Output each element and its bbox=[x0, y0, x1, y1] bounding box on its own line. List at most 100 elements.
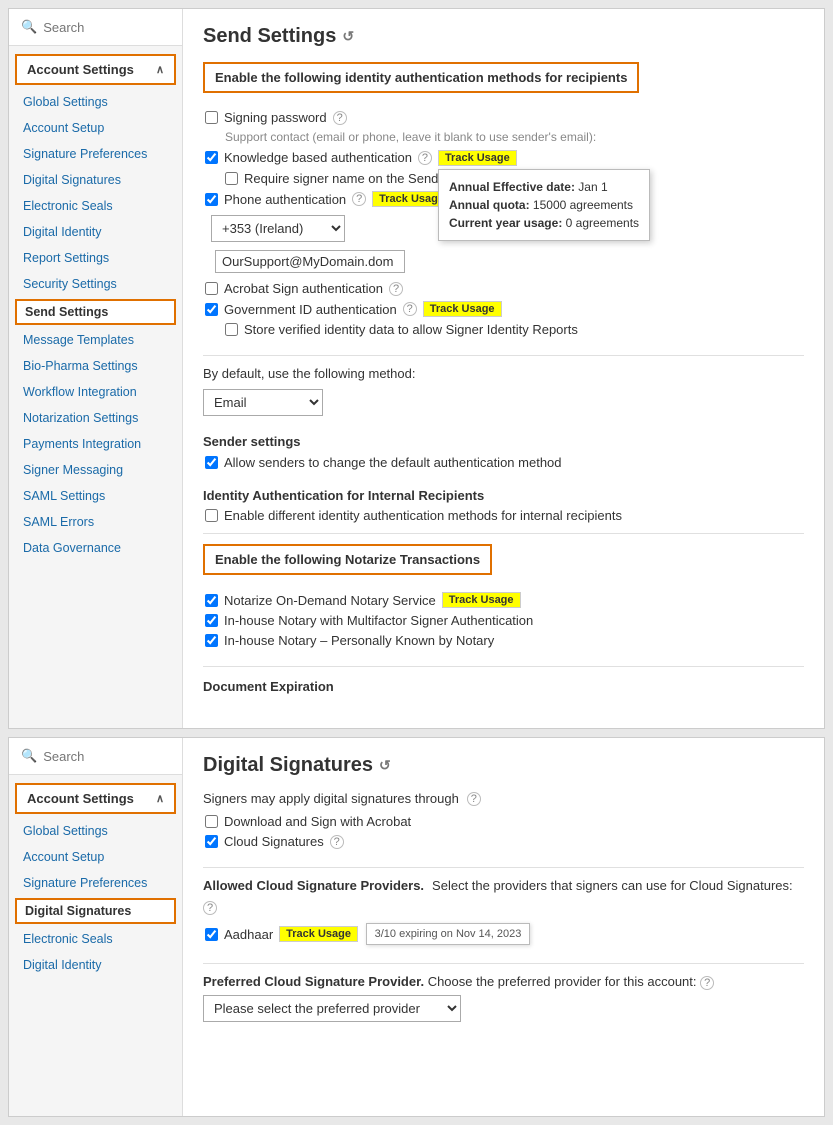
signers-apply-help-icon[interactable]: ? bbox=[467, 792, 481, 806]
sidebar-item-security-settings[interactable]: Security Settings bbox=[9, 271, 182, 297]
preferred-provider-select[interactable]: Please select the preferred provider bbox=[203, 995, 461, 1022]
account-settings-label: Account Settings bbox=[27, 62, 134, 77]
store-verified-checkbox[interactable] bbox=[225, 323, 238, 336]
signers-apply-section: Signers may apply digital signatures thr… bbox=[203, 791, 804, 849]
aadhaar-expiry-badge: 3/10 expiring on Nov 14, 2023 bbox=[366, 923, 531, 945]
cloud-signatures-label: Cloud Signatures bbox=[224, 834, 324, 849]
default-method-select[interactable]: Email Phone KBA bbox=[203, 389, 323, 416]
internal-auth-enable-checkbox[interactable] bbox=[205, 509, 218, 522]
phone-auth-help-icon[interactable]: ? bbox=[352, 192, 366, 206]
account-settings-section: Account Settings ∧ Global Settings Accou… bbox=[9, 46, 182, 565]
digital-sig-sidebar-item-digital-sigs[interactable]: Digital Signatures bbox=[15, 898, 176, 924]
digital-sig-caret-icon: ∧ bbox=[156, 792, 164, 805]
digital-sig-sidebar-section: Account Settings ∧ Global Settings Accou… bbox=[9, 775, 182, 982]
sidebar-item-signature-preferences[interactable]: Signature Preferences bbox=[9, 141, 182, 167]
signing-password-row: Signing password ? bbox=[205, 110, 804, 125]
refresh-icon[interactable]: ↺ bbox=[342, 28, 354, 45]
sidebar-item-saml-settings[interactable]: SAML Settings bbox=[9, 483, 182, 509]
sidebar-item-notarization-settings[interactable]: Notarization Settings bbox=[9, 405, 182, 431]
kba-checkbox[interactable] bbox=[205, 151, 218, 164]
allow-change-method-label: Allow senders to change the default auth… bbox=[224, 455, 562, 470]
digital-signatures-panel: 🔍 Account Settings ∧ Global Settings Acc… bbox=[8, 737, 825, 1117]
sidebar-item-digital-signatures[interactable]: Digital Signatures bbox=[9, 167, 182, 193]
acrobat-sign-auth-checkbox[interactable] bbox=[205, 282, 218, 295]
digital-sig-divider1 bbox=[203, 867, 804, 868]
allowed-providers-help-icon[interactable]: ? bbox=[203, 901, 217, 915]
sidebar-item-report-settings[interactable]: Report Settings bbox=[9, 245, 182, 271]
signers-apply-row: Signers may apply digital signatures thr… bbox=[203, 791, 804, 806]
aadhaar-track-usage-wrapper: Track Usage 3/10 expiring on Nov 14, 202… bbox=[279, 923, 530, 945]
acrobat-sign-auth-label: Acrobat Sign authentication bbox=[224, 281, 383, 296]
sidebar-item-global-settings[interactable]: Global Settings bbox=[9, 89, 182, 115]
sidebar-item-electronic-seals[interactable]: Electronic Seals bbox=[9, 193, 182, 219]
acrobat-sign-auth-help-icon[interactable]: ? bbox=[389, 282, 403, 296]
sidebar-item-message-templates[interactable]: Message Templates bbox=[9, 327, 182, 353]
gov-id-label: Government ID authentication bbox=[224, 302, 397, 317]
kba-tooltip: Annual Effective date: Jan 1 Annual quot… bbox=[438, 169, 650, 241]
default-method-section: By default, use the following method: Em… bbox=[203, 366, 804, 416]
internal-auth-enable-label: Enable different identity authentication… bbox=[224, 508, 622, 523]
search-input[interactable] bbox=[43, 20, 170, 35]
digital-sig-page-title-text: Digital Signatures bbox=[203, 754, 373, 777]
internal-auth-enable-row: Enable different identity authentication… bbox=[205, 508, 804, 523]
sidebar-item-data-governance[interactable]: Data Governance bbox=[9, 535, 182, 561]
sidebar-search-bar[interactable]: 🔍 bbox=[9, 9, 182, 46]
preferred-provider-heading: Preferred Cloud Signature Provider. Choo… bbox=[203, 974, 804, 990]
internal-auth-section: Identity Authentication for Internal Rec… bbox=[203, 488, 804, 523]
aadhaar-label: Aadhaar bbox=[224, 927, 273, 942]
aadhaar-checkbox[interactable] bbox=[205, 928, 218, 941]
digital-sig-account-settings-toggle[interactable]: Account Settings ∧ bbox=[15, 783, 176, 814]
digital-sig-sidebar-item-digital-identity[interactable]: Digital Identity bbox=[9, 952, 182, 978]
aadhaar-track-usage-button[interactable]: Track Usage bbox=[279, 926, 358, 942]
download-acrobat-checkbox[interactable] bbox=[205, 815, 218, 828]
phone-support-row bbox=[203, 250, 804, 273]
page-title-text: Send Settings bbox=[203, 25, 336, 48]
phone-support-input[interactable] bbox=[215, 250, 405, 273]
gov-id-help-icon[interactable]: ? bbox=[403, 302, 417, 316]
notarize-on-demand-label: Notarize On-Demand Notary Service bbox=[224, 593, 436, 608]
cloud-signatures-row: Cloud Signatures ? bbox=[205, 834, 804, 849]
phone-country-select[interactable]: +353 (Ireland) +1 (USA) +44 (UK) bbox=[211, 215, 345, 242]
cloud-signatures-checkbox[interactable] bbox=[205, 835, 218, 848]
doc-expiration-heading: Document Expiration bbox=[203, 679, 804, 694]
divider1 bbox=[203, 355, 804, 356]
digital-sig-sidebar-item-sig-prefs[interactable]: Signature Preferences bbox=[9, 870, 182, 896]
sidebar-item-saml-errors[interactable]: SAML Errors bbox=[9, 509, 182, 535]
inhouse-multifactor-checkbox[interactable] bbox=[205, 614, 218, 627]
gov-id-checkbox[interactable] bbox=[205, 303, 218, 316]
sidebar-item-payments-integration[interactable]: Payments Integration bbox=[9, 431, 182, 457]
notarize-on-demand-checkbox[interactable] bbox=[205, 594, 218, 607]
digital-sig-sidebar-item-global[interactable]: Global Settings bbox=[9, 818, 182, 844]
notarize-on-demand-row: Notarize On-Demand Notary Service Track … bbox=[205, 592, 804, 608]
kba-track-usage-button[interactable]: Track Usage bbox=[438, 150, 517, 166]
account-settings-toggle[interactable]: Account Settings ∧ bbox=[15, 54, 176, 85]
kba-help-icon[interactable]: ? bbox=[418, 151, 432, 165]
signing-password-label: Signing password bbox=[224, 110, 327, 125]
signing-password-checkbox[interactable] bbox=[205, 111, 218, 124]
signing-password-help-icon[interactable]: ? bbox=[333, 111, 347, 125]
allow-change-method-checkbox[interactable] bbox=[205, 456, 218, 469]
digital-sig-sidebar-item-electronic-seals[interactable]: Electronic Seals bbox=[9, 926, 182, 952]
require-signer-name-checkbox[interactable] bbox=[225, 172, 238, 185]
gov-id-track-usage-button[interactable]: Track Usage bbox=[423, 301, 502, 317]
sidebar-item-digital-identity[interactable]: Digital Identity bbox=[9, 219, 182, 245]
preferred-provider-help-icon[interactable]: ? bbox=[700, 976, 714, 990]
phone-auth-checkbox[interactable] bbox=[205, 193, 218, 206]
sidebar-item-signer-messaging[interactable]: Signer Messaging bbox=[9, 457, 182, 483]
digital-sig-search-input[interactable] bbox=[43, 749, 170, 764]
sidebar-item-workflow-integration[interactable]: Workflow Integration bbox=[9, 379, 182, 405]
sidebar-item-account-setup[interactable]: Account Setup bbox=[9, 115, 182, 141]
inhouse-personally-known-checkbox[interactable] bbox=[205, 634, 218, 647]
inhouse-multifactor-row: In-house Notary with Multifactor Signer … bbox=[205, 613, 804, 628]
aadhaar-row: Aadhaar Track Usage 3/10 expiring on Nov… bbox=[205, 923, 804, 945]
digital-sig-refresh-icon[interactable]: ↺ bbox=[379, 757, 391, 774]
require-signer-name-label: Require signer name on the Send page bbox=[244, 171, 471, 186]
notarize-on-demand-track-usage-button[interactable]: Track Usage bbox=[442, 592, 521, 608]
digital-sig-sidebar-search-bar[interactable]: 🔍 bbox=[9, 738, 182, 775]
digital-sig-sidebar-item-account-setup[interactable]: Account Setup bbox=[9, 844, 182, 870]
gov-id-row: Government ID authentication ? Track Usa… bbox=[205, 301, 804, 317]
inhouse-personally-known-label: In-house Notary – Personally Known by No… bbox=[224, 633, 494, 648]
sidebar-item-send-settings[interactable]: Send Settings bbox=[15, 299, 176, 325]
cloud-signatures-help-icon[interactable]: ? bbox=[330, 835, 344, 849]
sidebar-item-bio-pharma[interactable]: Bio-Pharma Settings bbox=[9, 353, 182, 379]
